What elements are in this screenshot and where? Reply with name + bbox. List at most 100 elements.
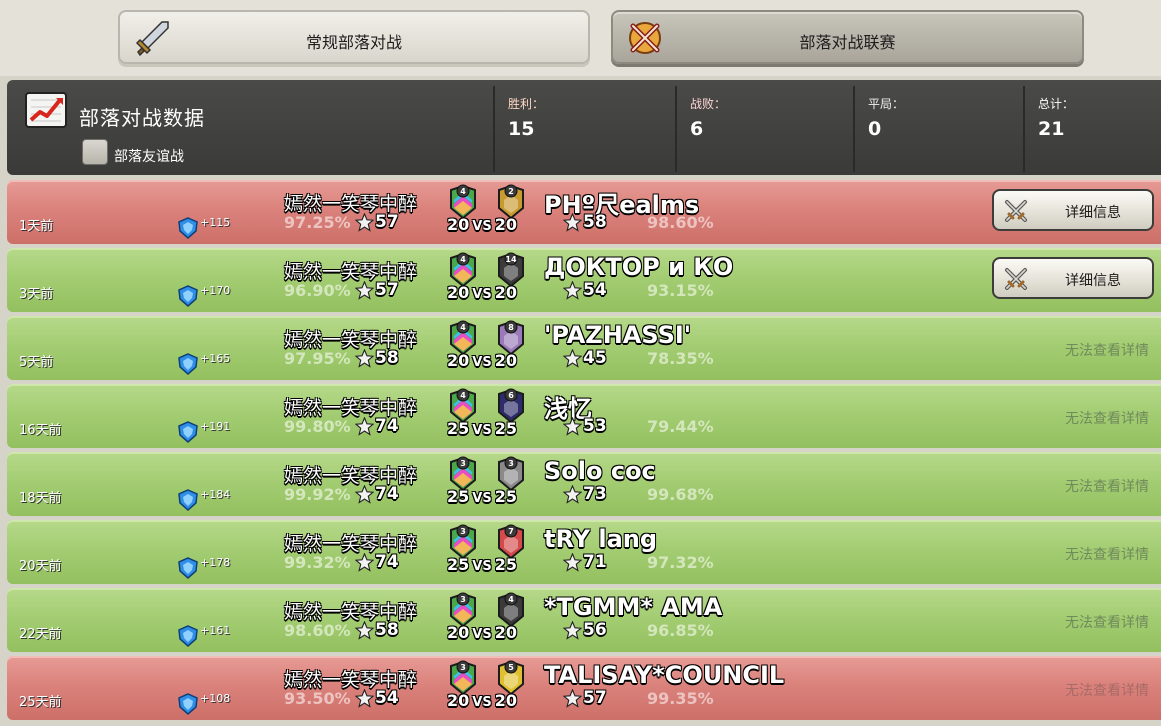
svg-text:3: 3 [460,595,466,604]
our-war-size: 20 [447,351,470,370]
war-size-vs: 20 VS 20 [447,351,517,370]
war-log-row: 20天前 +178 嫣然一笑琴中醉 99.32% 74 3 7 25VS25 [7,520,1161,584]
losses-value: 6 [690,118,704,140]
vs-label: VS [472,491,492,506]
our-destruction-percent: 99.80% [284,417,351,436]
war-details-label: 详细信息 [1065,273,1121,289]
clan-xp-shield-icon [178,353,198,375]
war-type-tabs: 常规部落对战 部落对战联赛 [0,0,1161,76]
details-unavailable-text: 无法查看详情 [1065,343,1149,359]
clan-xp-gain: +165 [200,352,231,365]
svg-text:3: 3 [508,459,514,468]
clan-xp-gain: +170 [200,284,231,297]
vs-label: VS [472,627,492,642]
vs-label: VS [472,695,492,710]
svg-text:3: 3 [460,663,466,672]
friendly-war-checkbox[interactable] [82,139,108,165]
our-stars: 57 [375,212,399,232]
opponent-clan-name: Solo coc [544,457,656,485]
war-log-row: 25天前 +108 嫣然一笑琴中醉 93.50% 54 3 5 20VS20 [7,656,1161,720]
opponent-clan-name: 'PAZHASSI' [544,321,692,349]
our-stars: 54 [375,688,399,708]
opponent-stars: 73 [583,484,607,504]
star-icon [355,349,374,368]
our-war-size: 25 [447,419,470,438]
svg-text:3: 3 [460,459,466,468]
clan-xp-shield-icon [178,285,198,307]
opponent-destruction-percent: 96.85% [647,621,714,640]
our-destruction-percent: 99.32% [284,553,351,572]
stat-draws: 平局： 0 [853,86,1023,172]
clan-xp-gain: +108 [200,692,231,705]
war-details-button[interactable]: 详细信息 [992,257,1154,299]
war-log-row: 18天前 +184 嫣然一笑琴中醉 99.92% 74 3 3 25VS25 [7,452,1161,516]
clan-xp-gain: +191 [200,420,231,433]
clan-xp-shield-icon [178,625,198,647]
our-war-size: 20 [447,215,470,234]
our-war-size: 20 [447,691,470,710]
war-time-ago: 16天前 [19,423,62,438]
opponent-clan-name: ДОКТОР и КО [544,253,734,281]
total-value: 21 [1038,118,1065,140]
war-log-row: 1天前 +115 嫣然一笑琴中醉 97.25% 57 4 2 20VS20 [7,180,1161,244]
opponent-destruction-percent: 79.44% [647,417,714,436]
stat-total: 总计： 21 [1023,86,1161,172]
clan-xp-gain: +115 [200,216,231,229]
war-size-vs: 25 VS 25 [447,419,517,438]
svg-text:3: 3 [460,527,466,536]
tab-war-league[interactable]: 部落对战联赛 [611,10,1084,64]
svg-text:4: 4 [460,391,466,400]
wins-label: 胜利： [508,97,545,111]
wins-value: 15 [508,118,535,140]
war-size-vs: 20 VS 20 [447,623,517,642]
opponent-stars: 45 [583,348,607,368]
opponent-stars: 58 [583,212,607,232]
svg-text:7: 7 [508,527,514,536]
opponent-stars: 54 [583,280,607,300]
tab-war-league-label: 部落对战联赛 [799,33,896,52]
details-unavailable-text: 无法查看详情 [1065,683,1149,699]
war-log-row: 3天前 +170 嫣然一笑琴中醉 96.90% 57 4 14 20VS20 [7,248,1161,312]
stat-wins: 胜利： 15 [493,86,675,172]
star-icon [355,485,374,504]
war-log-row: 5天前 +165 嫣然一笑琴中醉 97.95% 58 4 8 20VS20 [7,316,1161,380]
war-time-ago: 3天前 [19,287,54,302]
opponent-stars: 57 [583,688,607,708]
our-destruction-percent: 97.95% [284,349,351,368]
star-icon [563,621,582,640]
opponent-stars: 53 [583,416,607,436]
clan-xp-shield-icon [178,421,198,443]
clan-xp-shield-icon [178,489,198,511]
star-icon [563,553,582,572]
draws-label: 平局： [868,97,905,111]
star-icon [563,485,582,504]
war-stats-header: 部落对战数据 部落友谊战 胜利： 15 战败： 6 平局： 0 总计： 21 [7,80,1161,175]
war-size-vs: 20 VS 20 [447,215,517,234]
war-time-ago: 5天前 [19,355,54,370]
their-war-size: 20 [494,623,517,642]
war-log-list: 1天前 +115 嫣然一笑琴中醉 97.25% 57 4 2 20VS20 [7,180,1161,724]
our-stars: 74 [375,416,399,436]
war-details-button[interactable]: 详细信息 [992,189,1154,231]
opponent-stars: 56 [583,620,607,640]
opponent-destruction-percent: 97.32% [647,553,714,572]
war-time-ago: 18天前 [19,491,62,506]
opponent-clan-name: tRY lang [544,525,658,553]
vs-label: VS [472,355,492,370]
vs-label: VS [472,559,492,574]
vs-label: VS [472,423,492,438]
our-war-size: 20 [447,623,470,642]
svg-text:4: 4 [508,595,514,604]
draws-value: 0 [868,118,882,140]
tab-normal-war[interactable]: 常规部落对战 [118,10,590,64]
opponent-clan-name: *TGMM* AMA [544,593,723,621]
opponent-destruction-percent: 78.35% [647,349,714,368]
star-icon [355,553,374,572]
clan-xp-shield-icon [178,557,198,579]
svg-text:4: 4 [460,187,466,196]
our-destruction-percent: 97.25% [284,213,351,232]
their-war-size: 20 [494,283,517,302]
vs-label: VS [472,219,492,234]
star-icon [355,689,374,708]
war-time-ago: 22天前 [19,627,62,642]
